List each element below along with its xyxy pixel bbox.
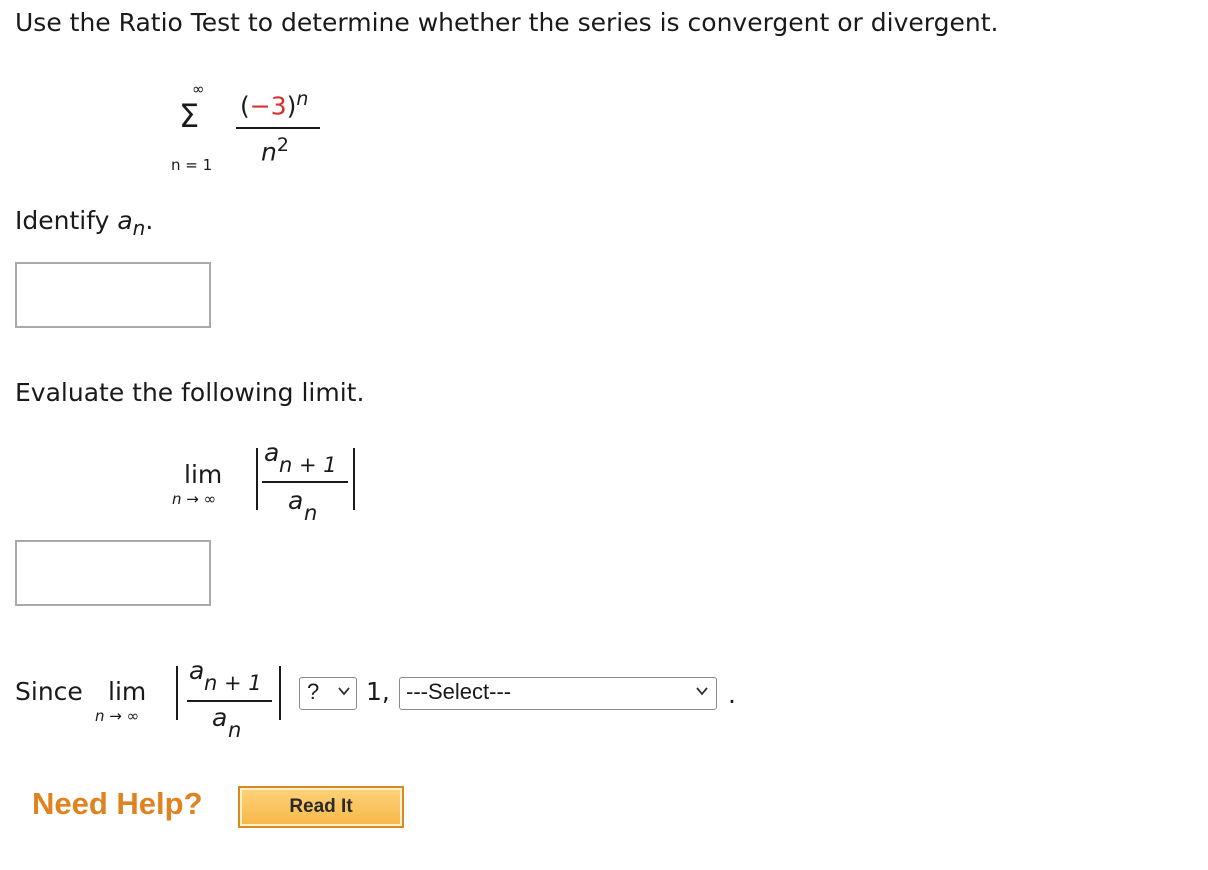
series-lower-limit: n = 1 [171,156,213,174]
identify-period: . [145,206,154,235]
a-symbol: a [117,206,133,235]
chevron-down-icon [338,687,350,696]
identify-label: Identify [15,206,110,235]
since-abs-bar-right [279,666,281,720]
read-it-button[interactable]: Read It [238,786,404,828]
lim-label: lim [184,460,223,489]
identify-prompt: Identify an. [15,206,153,240]
evaluate-limit-prompt: Evaluate the following limit. [15,378,365,407]
comparison-select[interactable]: ? [299,677,357,710]
numerator-a: a [264,438,280,467]
chevron-down-icon [696,687,708,696]
numerator-subscript: n + 1 [279,453,337,477]
conclusion-period: . [728,680,736,709]
numerator-exponent: n [296,88,309,110]
lim-subscript: n → ∞ [172,490,217,508]
denominator-subscript: n [304,501,318,525]
an-answer-input[interactable] [15,262,211,328]
denominator-base: n [261,137,277,167]
series-fraction-bar [236,127,320,129]
limit-answer-input[interactable] [15,540,211,606]
since-lim-label: lim [108,677,147,706]
since-lim-subscript: n → ∞ [95,707,140,725]
numerator-negative-three: −3 [249,91,287,121]
conclusion-select[interactable]: ---Select--- [399,677,717,710]
since-fraction-bar [187,700,272,702]
since-abs-bar-left [176,666,178,720]
since-numerator-subscript: n + 1 [204,671,262,695]
series-upper-limit: ∞ [192,80,205,98]
series-denominator: n2 [261,134,289,166]
series-numerator: (−3)n [240,88,308,120]
a-subscript: n [132,216,146,240]
question-instruction: Use the Ratio Test to determine whether … [15,8,999,37]
since-numerator-a: a [189,656,205,685]
comparison-suffix: 1, [366,677,390,706]
since-label: Since [15,677,83,706]
conclusion-select-value: ---Select--- [406,679,512,704]
since-denominator-a: a [212,703,228,732]
since-denominator-subscript: n [228,718,242,742]
abs-bar-left [256,448,258,510]
denominator-a: a [288,486,304,515]
limit-fraction-bar [262,481,348,483]
numerator-open-paren: ( [240,91,250,121]
abs-bar-right [353,448,355,510]
numerator-close-paren: ) [286,91,297,121]
denominator-exponent: 2 [276,134,289,156]
sigma-symbol: Σ [179,97,200,135]
comparison-select-value: ? [307,679,320,704]
need-help-label: Need Help? [32,786,203,821]
